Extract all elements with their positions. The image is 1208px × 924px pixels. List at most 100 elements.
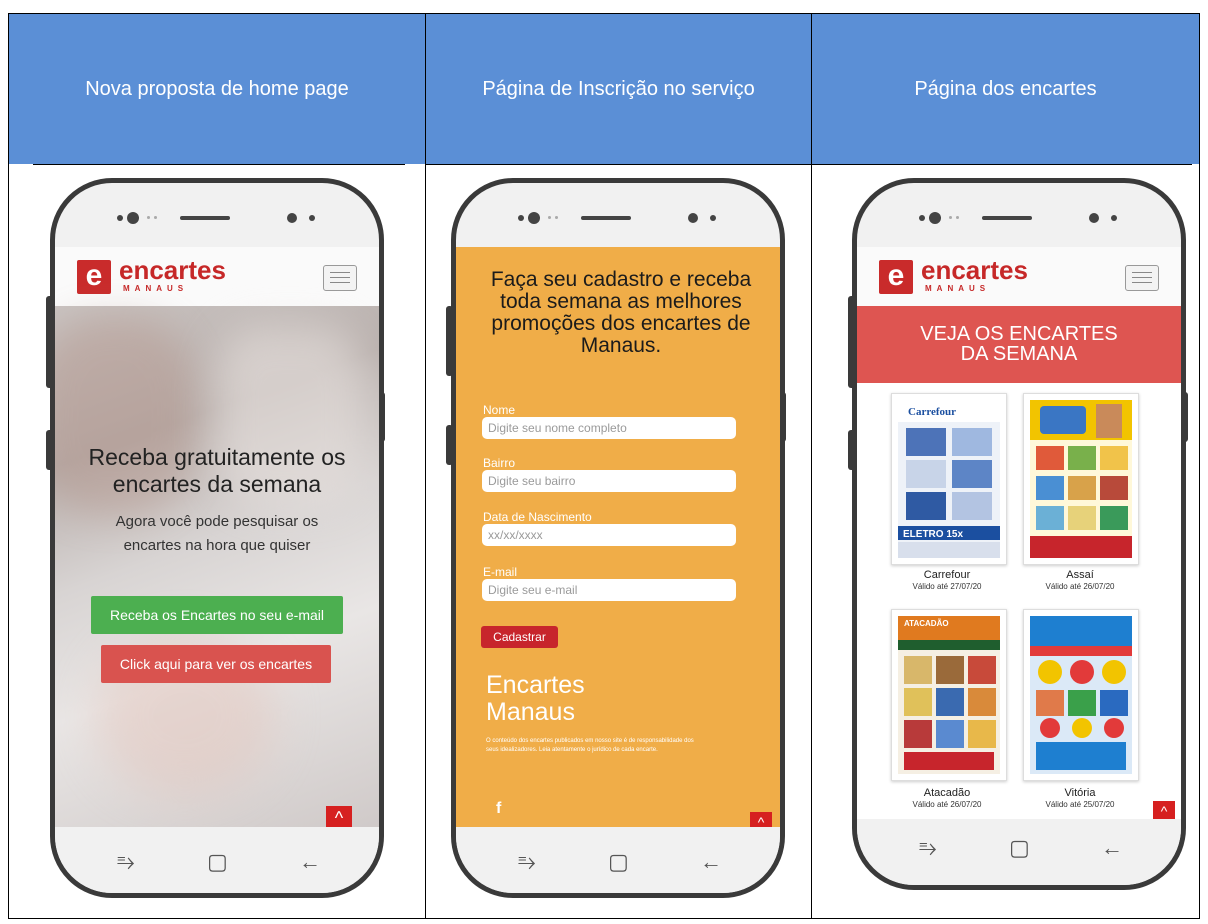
- logo-subtext: MANAUS: [123, 284, 189, 293]
- logo-text[interactable]: encartes: [119, 255, 226, 286]
- flyer-valid-date: Válido até 25/07/20: [1045, 800, 1115, 809]
- android-nav-bar: ⥱ ▢ ←: [456, 827, 780, 893]
- svg-text:ELETRO 15x: ELETRO 15x: [903, 529, 963, 540]
- home-icon[interactable]: ▢: [608, 849, 629, 875]
- logo-text[interactable]: encartes: [921, 255, 1028, 286]
- sensor-dot: [117, 215, 123, 221]
- footer-disclaimer: O conteúdo dos encartes publicados em no…: [486, 738, 694, 753]
- hero-subtitle: Agora você pode pesquisar os encartes na…: [115, 513, 319, 554]
- column-header-home: Nova proposta de home page: [9, 14, 425, 164]
- facebook-icon[interactable]: f: [496, 800, 501, 818]
- sensor-dot: [919, 215, 925, 221]
- neighborhood-label: Bairro: [483, 456, 516, 470]
- hamburger-menu-icon[interactable]: [1125, 265, 1159, 291]
- column-header-signup: Página de Inscrição no serviço: [426, 14, 811, 164]
- flyer-thumbnail: ATACADÃO: [898, 616, 1000, 774]
- back-icon[interactable]: ←: [299, 849, 321, 875]
- flyer-thumbnail: [1030, 400, 1132, 558]
- android-nav-bar: ⥱ ▢ ←: [857, 819, 1181, 885]
- speaker-grille: [180, 216, 230, 220]
- speaker-grille: [581, 216, 631, 220]
- flyer-card-vitoria[interactable]: [1023, 609, 1139, 781]
- sensor-dot: [1111, 215, 1117, 221]
- hamburger-menu-icon[interactable]: [323, 265, 357, 291]
- header-rule: [425, 164, 811, 165]
- email-label: E-mail: [483, 565, 518, 579]
- svg-text:Carrefour: Carrefour: [908, 406, 956, 418]
- birthdate-label: Data de Nascimento: [483, 510, 592, 524]
- flyer-thumbnail: [1030, 616, 1132, 774]
- back-icon[interactable]: ←: [700, 849, 722, 875]
- register-button[interactable]: Cadastrar: [481, 626, 558, 648]
- flyer-card-assai[interactable]: [1023, 393, 1139, 565]
- hero-section: Receba gratuitamente os encartes da sema…: [55, 306, 379, 832]
- flyer-store-name[interactable]: Atacadão: [882, 787, 1012, 799]
- phone-home: e encartes MANAUS Receba gratuitamente o…: [50, 178, 384, 898]
- sensor-dot: [147, 216, 150, 219]
- phone-top-bar: [857, 201, 1181, 241]
- logo-subtext: MANAUS: [925, 284, 991, 293]
- banner-line: DA SEMANA: [960, 343, 1078, 365]
- sensor-dot: [309, 215, 315, 221]
- flyer-thumbnail: Carrefour ELETRO 15x: [898, 400, 1000, 558]
- flyer-store-name[interactable]: Assaí: [1015, 569, 1145, 581]
- view-flyers-button[interactable]: Click aqui para ver os encartes: [101, 645, 331, 683]
- email-input[interactable]: [482, 579, 736, 601]
- flyer-valid-date: Válido até 26/07/20: [1045, 582, 1115, 591]
- header-rule: [33, 164, 405, 165]
- flyer-valid-date: Válido até 27/07/20: [912, 582, 982, 591]
- name-input[interactable]: [482, 417, 736, 439]
- flyer-card-atacadao[interactable]: ATACADÃO: [891, 609, 1007, 781]
- home-icon[interactable]: ▢: [207, 849, 228, 875]
- flyers-banner: VEJA OS ENCARTES DA SEMANA: [857, 306, 1181, 383]
- sensor-dot: [518, 215, 524, 221]
- home-icon[interactable]: ▢: [1009, 835, 1030, 861]
- flyer-store-name[interactable]: Carrefour: [882, 569, 1012, 581]
- column-header-flyers: Página dos encartes: [812, 14, 1199, 164]
- flyer-card-carrefour[interactable]: Carrefour ELETRO 15x: [891, 393, 1007, 565]
- signup-section: Faça seu cadastro e receba toda semana a…: [456, 247, 780, 832]
- camera-dot: [1089, 213, 1099, 223]
- birthdate-input[interactable]: [482, 524, 736, 546]
- header-rule: [811, 164, 1192, 165]
- camera-dot: [929, 212, 941, 224]
- android-nav-bar: ⥱ ▢ ←: [55, 827, 379, 893]
- flyer-valid-date: Válido até 26/07/20: [912, 800, 982, 809]
- name-label: Nome: [483, 403, 516, 417]
- banner-line: VEJA OS ENCARTES: [920, 323, 1118, 345]
- back-to-top-icon[interactable]: ^: [1153, 801, 1175, 821]
- screen-signup: Faça seu cadastro e receba toda semana a…: [456, 247, 780, 832]
- sensor-dot: [710, 215, 716, 221]
- camera-dot: [528, 212, 540, 224]
- sensor-dot: [956, 216, 959, 219]
- camera-dot: [127, 212, 139, 224]
- camera-dot: [287, 213, 297, 223]
- camera-dot: [688, 213, 698, 223]
- footer-brand-line: Encartes: [486, 671, 585, 699]
- sensor-dot: [555, 216, 558, 219]
- sensor-dot: [154, 216, 157, 219]
- flyer-store-name[interactable]: Vitória: [1015, 787, 1145, 799]
- logo-mark[interactable]: e: [879, 260, 913, 294]
- sensor-dot: [949, 216, 952, 219]
- logo-mark[interactable]: e: [77, 260, 111, 294]
- neighborhood-input[interactable]: [482, 470, 736, 492]
- recent-apps-icon[interactable]: ⥱: [117, 849, 135, 875]
- footer-brand: Encartes Manaus: [486, 672, 585, 726]
- screen-home: e encartes MANAUS Receba gratuitamente o…: [55, 247, 379, 832]
- screen-flyers: e encartes MANAUS VEJA OS ENCARTES DA SE…: [857, 247, 1181, 824]
- email-signup-button[interactable]: Receba os Encartes no seu e-mail: [91, 596, 343, 634]
- recent-apps-icon[interactable]: ⥱: [919, 835, 937, 861]
- phone-flyers: e encartes MANAUS VEJA OS ENCARTES DA SE…: [852, 178, 1186, 890]
- footer-brand-line: Manaus: [486, 698, 575, 726]
- site-header: e encartes MANAUS: [55, 247, 379, 306]
- phone-top-bar: [456, 201, 780, 241]
- hero-title: Receba gratuitamente os encartes da sema…: [88, 444, 346, 497]
- phone-top-bar: [55, 201, 379, 241]
- site-header: e encartes MANAUS: [857, 247, 1181, 306]
- recent-apps-icon[interactable]: ⥱: [518, 849, 536, 875]
- signup-title: Faça seu cadastro e receba toda semana a…: [490, 268, 752, 357]
- back-icon[interactable]: ←: [1101, 835, 1123, 861]
- speaker-grille: [982, 216, 1032, 220]
- svg-text:ATACADÃO: ATACADÃO: [904, 619, 949, 628]
